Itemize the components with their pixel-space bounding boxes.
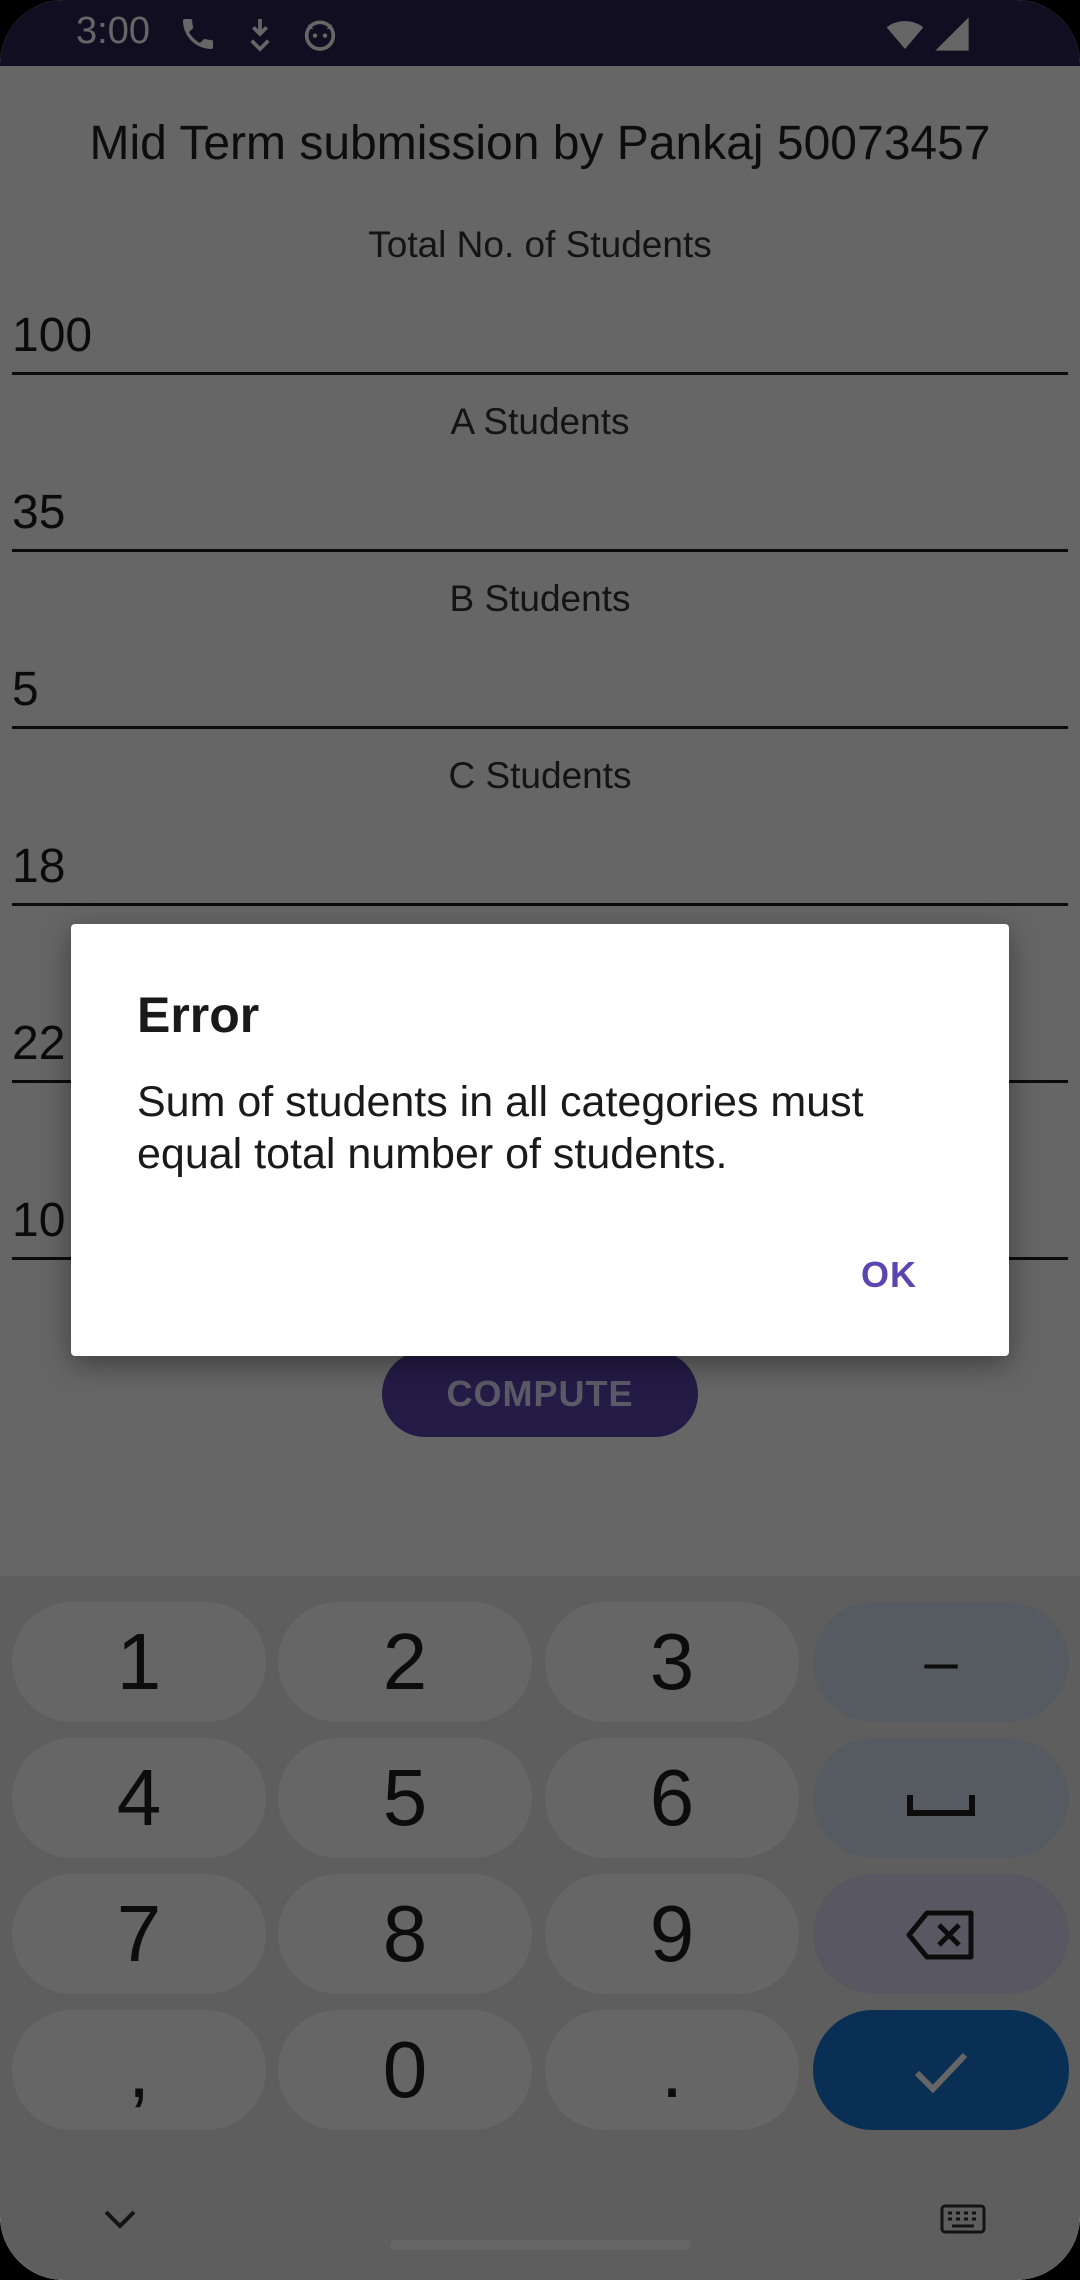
a-students-input[interactable]: 35	[12, 485, 65, 540]
key-0[interactable]: 0	[278, 2010, 532, 2130]
chevron-down-icon[interactable]	[100, 2206, 140, 2232]
key-space[interactable]	[813, 1738, 1069, 1858]
c-students-label: C Students	[448, 755, 632, 796]
b-students-label: B Students	[449, 578, 631, 619]
key-5[interactable]: 5	[278, 1738, 532, 1858]
phone-screen: 3:00 Mid Term submission by Pankaj 50073…	[0, 0, 1080, 2280]
download-icon	[250, 19, 270, 52]
key-7[interactable]: 7	[12, 1874, 266, 1994]
key-minus[interactable]: –	[813, 1602, 1069, 1722]
cat-face-icon	[304, 20, 336, 51]
key-period[interactable]: .	[545, 2010, 799, 2130]
key-8[interactable]: 8	[278, 1874, 532, 1994]
dialog-message: Sum of students in all categories must e…	[137, 1078, 864, 1178]
status-bar: 3:00	[0, 0, 1080, 66]
c-students-underline	[12, 903, 1068, 906]
b-students-underline	[12, 726, 1068, 729]
keyboard-icon[interactable]	[940, 2204, 986, 2234]
wifi-icon	[886, 21, 924, 49]
key-4[interactable]: 4	[12, 1738, 266, 1858]
b-students-input[interactable]: 5	[12, 662, 39, 717]
key-9[interactable]: 9	[545, 1874, 799, 1994]
ok-button[interactable]: OK	[861, 1254, 917, 1296]
d-students-input[interactable]: 22	[12, 1016, 65, 1071]
key-enter[interactable]	[813, 2010, 1069, 2130]
backspace-icon	[906, 1910, 974, 1960]
f-students-input[interactable]: 10	[12, 1193, 65, 1248]
key-1[interactable]: 1	[12, 1602, 266, 1722]
status-time: 3:00	[76, 10, 150, 52]
numeric-keyboard: 1 2 3 – 4 5 6 7 8 9 , 0 .	[0, 1576, 1080, 2280]
c-students-input[interactable]: 18	[12, 839, 65, 894]
space-icon	[907, 1795, 975, 1816]
a-students-label: A Students	[450, 401, 630, 442]
total-students-input[interactable]: 100	[12, 308, 92, 363]
signal-icon	[935, 17, 969, 51]
key-2[interactable]: 2	[278, 1602, 532, 1722]
compute-button[interactable]: COMPUTE	[382, 1351, 698, 1437]
a-students-underline	[12, 549, 1068, 552]
dialog-title: Error	[137, 987, 260, 1043]
key-backspace[interactable]	[813, 1874, 1069, 1994]
home-gesture-bar[interactable]	[390, 2240, 690, 2250]
key-3[interactable]: 3	[545, 1602, 799, 1722]
total-students-underline	[12, 372, 1068, 375]
key-comma[interactable]: ,	[12, 2010, 266, 2130]
key-6[interactable]: 6	[545, 1738, 799, 1858]
phone-icon	[183, 19, 213, 49]
checkmark-icon	[914, 2052, 968, 2094]
total-students-label: Total No. of Students	[368, 224, 712, 265]
error-dialog: Error Sum of students in all categories …	[71, 924, 1009, 1356]
page-title: Mid Term submission by Pankaj 50073457	[89, 117, 991, 170]
